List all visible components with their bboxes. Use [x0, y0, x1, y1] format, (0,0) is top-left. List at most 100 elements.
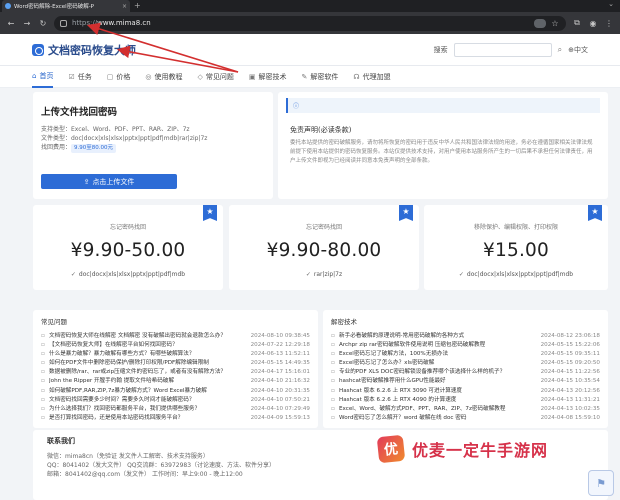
faq-item-row[interactable]: ▫ John the Ripper 开膛手约翰 提取文件哈希码破解 2024-04-…: [41, 377, 310, 386]
faq-item-row[interactable]: ▫ 如何在PDF文件中删除密码保护/删除打印权限/PDF解除编辑限制 2024-05…: [41, 359, 310, 368]
tech-item-title[interactable]: 专业的PDF XLS DOC密码解锁设备推荐哪个该选择什么样的机子？: [339, 368, 537, 377]
info-icon: ⓘ: [293, 103, 300, 110]
tech-item-row[interactable]: ▫ Excel密码忘记了怎么办？xls密码破解 2024-05-15 09:20:5…: [331, 359, 600, 368]
faq-item-date: 2024-08-10 09:38:45: [250, 333, 310, 339]
tech-item-row[interactable]: ▫ 新手必看破解的原理说明-常用密码破解的各种方式 2024-08-12 23:06…: [331, 332, 600, 341]
nav-item-tasks[interactable]: ☑ 任务: [68, 66, 91, 88]
faq-item-title[interactable]: 如何在PDF文件中删除密码保护/删除打印权限/PDF解除编辑限制: [49, 359, 247, 368]
tech-item-title[interactable]: Excel、Word、破解方式PDF、PPT、RAR、ZIP、7z密码破解教程: [339, 405, 537, 414]
upload-file-button[interactable]: ⇪ 点击上传文件: [41, 174, 177, 189]
tech-item-row[interactable]: ▫ Archpr zip rar密码破解软件使用说明 压缩包密码破解教程 2024-…: [331, 341, 600, 350]
task-icon: ☑: [68, 72, 75, 81]
tracking-protection-icon[interactable]: [534, 18, 546, 28]
tech-item-title[interactable]: Excel密码忘记了破解方法，100%无损办法: [339, 350, 537, 359]
tech-item-date: 2024-04-13 10:02:35: [540, 405, 600, 412]
tech-item-row[interactable]: ▫ 专业的PDF XLS DOC密码解锁设备推荐哪个该选择什么样的机子？ 2024-…: [331, 368, 600, 377]
doc-icon: ▫: [331, 414, 335, 421]
tech-item-row[interactable]: ▫ Hashcat 版本 6.2.6 上 RTX 3090 可进计算速度 2024-…: [331, 387, 600, 396]
faq-item-title[interactable]: 【文档密码恢复大师】在线解密平台如何找回密码？: [49, 341, 247, 350]
nav-item-agent[interactable]: ☊ 代理加盟: [353, 66, 390, 88]
faq-title: 常见问题: [41, 318, 67, 326]
pricing-formats: ✓ rar|zip|7z: [305, 271, 343, 278]
tech-item-title[interactable]: Archpr zip rar密码破解软件使用说明 压缩包密码破解教程: [339, 341, 537, 350]
nav-item-faq[interactable]: ◇ 常见问题: [197, 66, 233, 88]
tech-item-row[interactable]: ▫ Hashcat 版本 6.2.6 上 RTX 4090 的计算速度 2024-0…: [331, 396, 600, 405]
new-tab-icon[interactable]: +: [134, 1, 141, 10]
menu-icon[interactable]: ⋮: [604, 19, 614, 28]
forward-icon[interactable]: →: [22, 19, 32, 28]
faq-item-row[interactable]: ▫ 数据被删除/rar、rar或zip压缩文件的密码忘了，或者有没有解除方法？ 20…: [41, 368, 310, 377]
tech-item-title[interactable]: Excel密码忘记了怎么办？xls密码破解: [339, 359, 537, 368]
faq-item-row[interactable]: ▫ 为什么选择我们？找回密码都服务平台，我们提供哪些服务？ 2024-04-10 0…: [41, 405, 310, 414]
price-icon: ▢: [106, 72, 114, 81]
doc-icon: ▫: [41, 333, 45, 339]
faq-item-row[interactable]: ▫ 【文档密码恢复大师】在线解密平台如何找回密码？ 2024-07-22 12:29…: [41, 341, 310, 350]
close-tab-icon[interactable]: ×: [122, 3, 127, 10]
nav-item-price[interactable]: ▢ 价格: [107, 66, 131, 88]
nav-item-tutorial[interactable]: ◎ 使用教程: [145, 66, 182, 88]
check-icon: ✓: [305, 271, 311, 278]
nav-item-home[interactable]: ⌂ 首页: [32, 66, 54, 88]
site-favicon-icon: [5, 3, 11, 9]
bookmark-star-icon[interactable]: ☆: [550, 19, 560, 28]
tech-item-row[interactable]: ▫ Excel密码忘记了破解方法，100%无损办法 2024-05-15 09:35…: [331, 350, 600, 359]
faq-item-title[interactable]: 是否打算找回密码，还是使用本站密码找回服务平台？: [49, 414, 247, 423]
faq-item-title[interactable]: 数据被删除/rar、rar或zip压缩文件的密码忘了，或者有没有解除方法？: [49, 368, 247, 377]
doc-icon: ▫: [41, 405, 45, 412]
faq-panel: 常见问题 ▫ 文档密码恢复大师在线解密 文档解密 没有破解出密码就会退款怎么办？ 2…: [33, 310, 318, 428]
faq-item-row[interactable]: ▫ 文档密码找回需要多少时间？需要多久时间才能破解密码？ 2024-04-10 07…: [41, 396, 310, 405]
faq-item-title[interactable]: 如何破解PDF,RAR,ZIP,7z暴力破解方式？Word Excel暴力破解: [49, 387, 247, 396]
faq-item-date: 2024-04-10 21:16:32: [250, 378, 310, 385]
faq-item-title[interactable]: 为什么选择我们？找回密码都服务平台，我们提供哪些服务？: [49, 405, 247, 414]
faq-item-date: 2024-05-15 14:49:35: [250, 360, 310, 367]
site-logo[interactable]: 文档密码恢复大师: [32, 42, 136, 58]
tech-item-row[interactable]: ▫ Excel、Word、破解方式PDF、PPT、RAR、ZIP、7z密码破解教程…: [331, 405, 600, 414]
tech-item-title[interactable]: hashcat密码破解推荐用什么GPU性能最好: [339, 377, 537, 386]
faq-item-row[interactable]: ▫ 如何破解PDF,RAR,ZIP,7z暴力破解方式？Word Excel暴力破解…: [41, 387, 310, 396]
browser-tab[interactable]: Word密码解除-Excel密码破解-P ×: [2, 0, 130, 12]
side-badge-icon[interactable]: ⚑: [588, 470, 614, 496]
tech-item-title[interactable]: 新手必看破解的原理说明-常用密码破解的各种方式: [339, 332, 537, 341]
search-input[interactable]: [453, 42, 552, 57]
pricing-card-office[interactable]: ★ 忘记密码找回 ¥9.90-50.00 ✓ doc|docx|xls|xlsx|…: [33, 205, 223, 290]
faq-item-row[interactable]: ▫ 是否打算找回密码，还是使用本站密码找回服务平台？ 2024-04-09 15:5…: [41, 414, 310, 423]
faq-item-row[interactable]: ▫ 什么是暴力破解？暴力破解有哪些方式？有哪些破解算法？ 2024-06-13 11…: [41, 350, 310, 359]
pricing-card-archive[interactable]: ★ 忘记密码找回 ¥9.90-80.00 ✓ rar|zip|7z: [229, 205, 419, 290]
extensions-icon[interactable]: ⧉: [572, 18, 582, 28]
faq-item-row[interactable]: ▫ 文档密码恢复大师在线解密 文档解密 没有破解出密码就会退款怎么办？ 2024-0…: [41, 332, 310, 341]
disclaimer-text: 委托本站提供的密码破解服务，请勿将所恢复的密码用于违反中华人民共和国法律法规的用…: [290, 140, 593, 164]
tech-item-title[interactable]: Word密码忘了怎么解开？word 破解在线 doc 密码: [339, 414, 537, 423]
search-icon[interactable]: ⌕: [558, 45, 562, 55]
pricing-card-protection[interactable]: ★ 移除保护、编辑权限、打印权限 ¥15.00 ✓ doc|docx|xls|xl…: [424, 205, 608, 290]
tech-item-row[interactable]: ▫ Word密码忘了怎么解开？word 破解在线 doc 密码 2024-04-08…: [331, 414, 600, 423]
faq-item-title[interactable]: John the Ripper 开膛手约翰 提取文件哈希码破解: [49, 377, 247, 386]
faq-item-title[interactable]: 文档密码恢复大师在线解密 文档解密 没有破解出密码就会退款怎么办？: [49, 332, 247, 341]
tech-item-title[interactable]: Hashcat 版本 6.2.6 上 RTX 4090 的计算速度: [339, 396, 537, 405]
upload-icon: ⇪: [83, 177, 90, 186]
tab-list-icon[interactable]: ⌄: [608, 0, 614, 8]
tech-title: 解密技术: [331, 318, 357, 326]
site-info-icon[interactable]: [60, 19, 67, 27]
watermark-logo-icon: 优: [376, 434, 406, 464]
upload-card: 上传文件找回密码 支持类型：Excel、Word、PDF、PPT、RAR、ZIP…: [33, 92, 273, 199]
tech-item-date: 2024-04-13 20:12:56: [540, 387, 600, 394]
tech-item-title[interactable]: Hashcat 版本 6.2.6 上 RTX 3090 可进计算速度: [339, 387, 537, 396]
browser-tab-bar: Word密码解除-Excel密码破解-P × + ⌄: [0, 0, 620, 12]
faq-item-title[interactable]: 文档密码找回需要多少时间？需要多久时间才能破解密码？: [49, 396, 247, 405]
tutorial-icon: ◎: [145, 72, 152, 81]
address-bar[interactable]: https://www.mima8.cn ☆: [54, 15, 566, 31]
faq-item-title[interactable]: 什么是暴力破解？暴力破解有哪些方式？有哪些破解算法？: [49, 350, 247, 359]
tech-item-date: 2024-08-12 23:06:18: [540, 333, 600, 339]
nav-item-tech[interactable]: ▣ 解密技术: [249, 66, 287, 88]
tech-item-date: 2024-04-15 11:22:56: [540, 369, 600, 376]
tech-item-row[interactable]: ▫ hashcat密码破解推荐用什么GPU性能最好 2024-04-15 10:35…: [331, 377, 600, 386]
address-url[interactable]: https://www.mima8.cn: [72, 19, 151, 27]
nav-item-software[interactable]: ✎ 解密软件: [301, 66, 338, 88]
back-icon[interactable]: ←: [6, 19, 16, 28]
language-switch[interactable]: ⊕中文: [568, 45, 588, 55]
faq-item-date: 2024-04-10 07:50:21: [250, 396, 310, 403]
doc-icon: ▫: [331, 396, 335, 403]
faq-item-date: 2024-04-10 20:31:35: [250, 387, 310, 394]
reload-icon[interactable]: ↻: [38, 19, 48, 28]
profile-icon[interactable]: ◉: [588, 19, 598, 28]
